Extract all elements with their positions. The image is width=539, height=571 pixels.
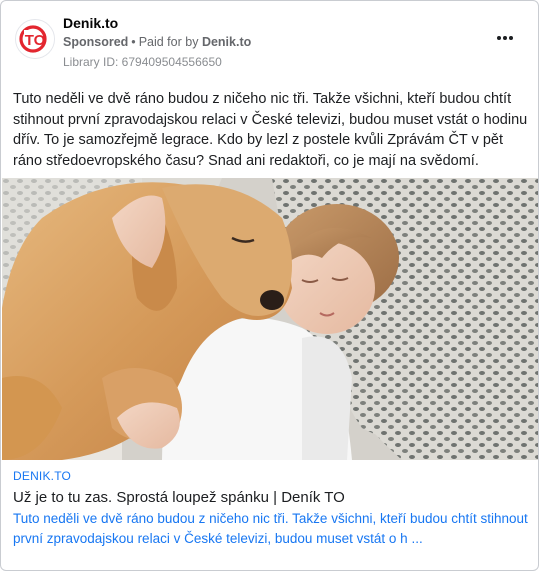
library-id: Library ID: 679409504556650 xyxy=(63,55,222,69)
link-preview[interactable]: DENIK.TO Už je to tu zas. Sprostá loupež… xyxy=(13,469,528,548)
link-description[interactable]: Tuto neděli ve dvě ráno budou z ničeho n… xyxy=(13,509,528,548)
link-title[interactable]: Už je to tu zas. Sprostá loupež spánku |… xyxy=(13,489,528,506)
sponsored-label: Sponsored xyxy=(63,35,129,49)
sponsor-line: Sponsored • Paid for by Denik.to xyxy=(63,35,251,49)
photo-girl-sleeping-with-golden-retriever xyxy=(2,178,538,460)
denik-to-logo: TO xyxy=(16,20,54,58)
more-horizontal-icon xyxy=(497,36,513,40)
separator-dot: • xyxy=(131,35,136,49)
advertiser-avatar[interactable]: TO xyxy=(15,19,55,59)
link-domain[interactable]: DENIK.TO xyxy=(13,469,528,483)
advertiser-name[interactable]: Denik.to xyxy=(63,15,118,31)
post-text: Tuto neděli ve dvě ráno budou z ničeho n… xyxy=(13,91,528,169)
paid-for-label: Paid for by xyxy=(138,35,199,49)
ad-image[interactable] xyxy=(2,178,538,460)
ad-card: TO Denik.to Sponsored • Paid for by Denik.… xyxy=(0,0,539,571)
ad-header: TO Denik.to Sponsored • Paid for by Denik.… xyxy=(13,13,526,71)
paid-for-name[interactable]: Denik.to xyxy=(202,35,251,49)
more-options-button[interactable] xyxy=(494,31,516,43)
logo-text: TO xyxy=(25,32,46,49)
